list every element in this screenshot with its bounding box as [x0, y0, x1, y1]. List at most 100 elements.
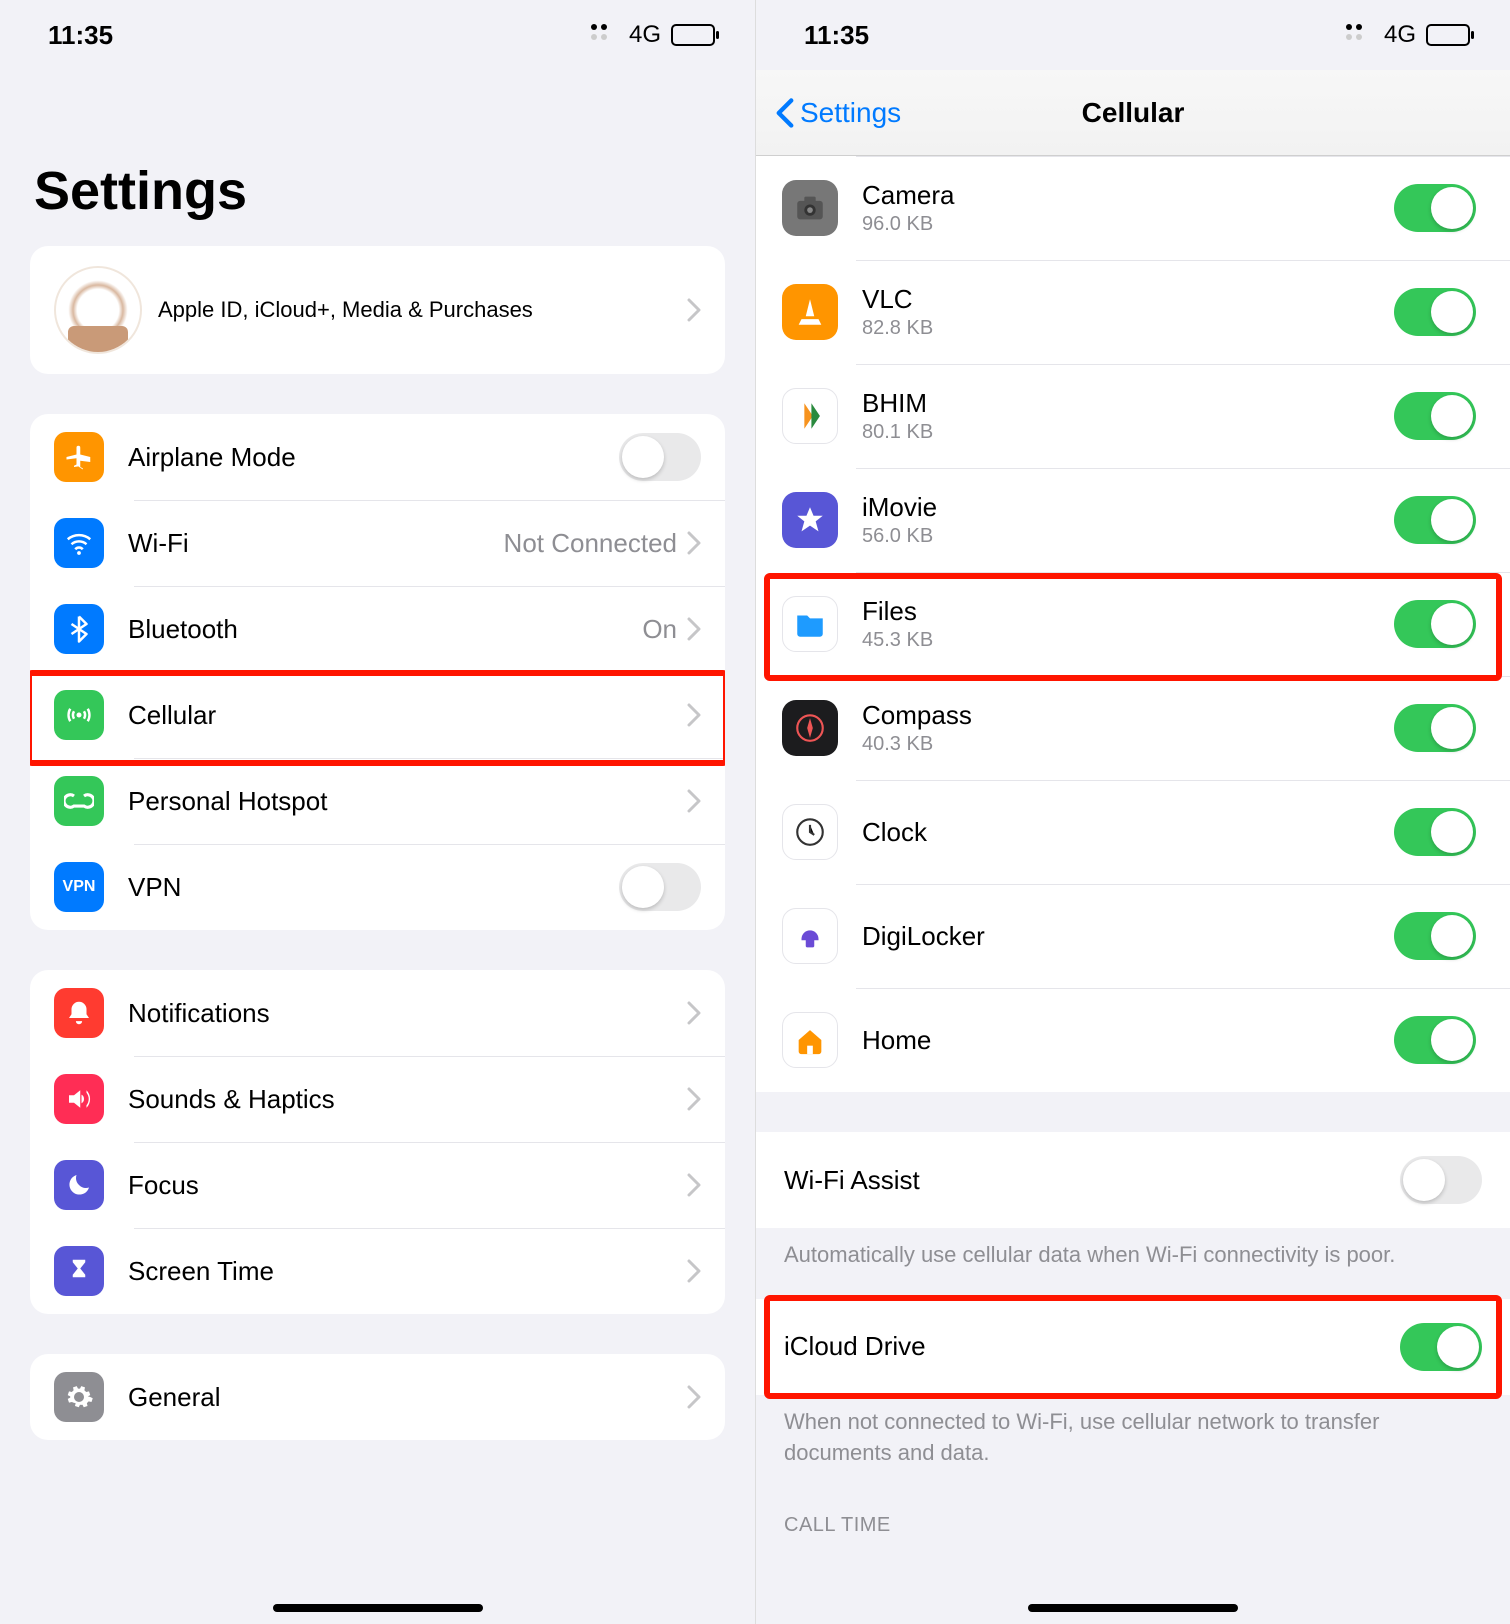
status-time: 11:35: [804, 20, 869, 51]
status-bar: 11:35 4G: [0, 0, 755, 70]
airplane-toggle[interactable]: [619, 433, 701, 481]
app-toggle[interactable]: [1394, 288, 1476, 336]
sounds-row[interactable]: Sounds & Haptics: [30, 1056, 725, 1142]
app-size: 82.8 KB: [862, 317, 1394, 340]
vlc-icon: [782, 284, 838, 340]
app-toggle[interactable]: [1394, 496, 1476, 544]
app-row-files[interactable]: Files45.3 KB: [756, 572, 1510, 676]
wifi-assist-row[interactable]: Wi-Fi Assist: [756, 1132, 1510, 1228]
vpn-toggle[interactable]: [619, 863, 701, 911]
home-indicator[interactable]: [1028, 1604, 1238, 1612]
wifi-icon: [54, 518, 104, 568]
app-toggle[interactable]: [1394, 600, 1476, 648]
network-label: 4G: [1384, 21, 1416, 49]
app-size: 56.0 KB: [862, 525, 1394, 548]
screentime-label: Screen Time: [128, 1256, 687, 1287]
app-size: 80.1 KB: [862, 421, 1394, 444]
chevron-right-icon: [687, 703, 701, 727]
icloud-drive-row[interactable]: iCloud Drive: [756, 1299, 1510, 1395]
clock-icon: [782, 804, 838, 860]
hotspot-icon: [54, 776, 104, 826]
camera-icon: [782, 180, 838, 236]
app-row-bhim[interactable]: BHIM80.1 KB: [756, 364, 1510, 468]
sounds-label: Sounds & Haptics: [128, 1084, 687, 1115]
app-name: Camera: [862, 180, 1394, 211]
chevron-right-icon: [687, 298, 701, 322]
app-row-imovie[interactable]: iMovie56.0 KB: [756, 468, 1510, 572]
chevron-right-icon: [687, 1385, 701, 1409]
notifications-row[interactable]: Notifications: [30, 970, 725, 1056]
chevron-right-icon: [687, 789, 701, 813]
cellular-icon: [54, 690, 104, 740]
back-button[interactable]: Settings: [776, 97, 901, 129]
call-time-header: CALL TIME: [756, 1496, 1510, 1547]
chevron-left-icon: [776, 98, 794, 128]
back-label: Settings: [800, 97, 901, 129]
app-name: Home: [862, 1025, 1394, 1056]
focus-row[interactable]: Focus: [30, 1142, 725, 1228]
bluetooth-row[interactable]: Bluetooth On: [30, 586, 725, 672]
home-indicator[interactable]: [273, 1604, 483, 1612]
cellular-screen: 11:35 4G Settings Cellular Camera96.0 KB…: [755, 0, 1510, 1624]
status-bar: 11:35 4G: [756, 0, 1510, 70]
signal-icon: [591, 24, 619, 46]
vpn-label: VPN: [128, 872, 619, 903]
cellular-row[interactable]: Cellular: [30, 672, 725, 758]
battery-icon: [1426, 24, 1470, 46]
app-row-compass[interactable]: Compass40.3 KB: [756, 676, 1510, 780]
app-name: Compass: [862, 700, 1394, 731]
cellular-label: Cellular: [128, 700, 687, 731]
app-data-usage-list: Camera96.0 KBVLC82.8 KBBHIM80.1 KBiMovie…: [756, 156, 1510, 1092]
digilocker-icon: [782, 908, 838, 964]
nav-bar: Settings Cellular: [756, 70, 1510, 156]
hourglass-icon: [54, 1246, 104, 1296]
wifi-label: Wi-Fi: [128, 528, 504, 559]
sounds-group: Notifications Sounds & Haptics Focus Scr…: [30, 970, 725, 1314]
wifi-detail: Not Connected: [504, 528, 677, 559]
wifi-assist-section: Wi-Fi Assist: [756, 1132, 1510, 1228]
chevron-right-icon: [687, 1001, 701, 1025]
folder-icon: [782, 596, 838, 652]
icloud-drive-toggle[interactable]: [1400, 1323, 1482, 1371]
status-time: 11:35: [48, 20, 113, 51]
vpn-row[interactable]: VPN VPN: [30, 844, 725, 930]
general-group: General: [30, 1354, 725, 1440]
network-label: 4G: [629, 21, 661, 49]
gear-icon: [54, 1372, 104, 1422]
vpn-icon: VPN: [54, 862, 104, 912]
app-row-vlc[interactable]: VLC82.8 KB: [756, 260, 1510, 364]
app-toggle[interactable]: [1394, 808, 1476, 856]
bluetooth-label: Bluetooth: [128, 614, 642, 645]
apple-id-label: Apple ID, iCloud+, Media & Purchases: [158, 295, 687, 325]
screentime-row[interactable]: Screen Time: [30, 1228, 725, 1314]
icloud-drive-label: iCloud Drive: [784, 1331, 1400, 1362]
apple-id-row[interactable]: Apple ID, iCloud+, Media & Purchases: [30, 246, 725, 374]
general-row[interactable]: General: [30, 1354, 725, 1440]
app-row-digilocker[interactable]: DigiLocker: [756, 884, 1510, 988]
chevron-right-icon: [687, 1087, 701, 1111]
focus-label: Focus: [128, 1170, 687, 1201]
app-toggle[interactable]: [1394, 392, 1476, 440]
wifi-row[interactable]: Wi-Fi Not Connected: [30, 500, 725, 586]
connectivity-group: Airplane Mode Wi-Fi Not Connected Blueto…: [30, 414, 725, 930]
app-row-home[interactable]: Home: [756, 988, 1510, 1092]
app-row-clock[interactable]: Clock: [756, 780, 1510, 884]
app-toggle[interactable]: [1394, 1016, 1476, 1064]
airplane-label: Airplane Mode: [128, 442, 619, 473]
chevron-right-icon: [687, 1173, 701, 1197]
home-icon: [782, 1012, 838, 1068]
app-toggle[interactable]: [1394, 704, 1476, 752]
app-toggle[interactable]: [1394, 912, 1476, 960]
star-icon: [782, 492, 838, 548]
hotspot-row[interactable]: Personal Hotspot: [30, 758, 725, 844]
app-toggle[interactable]: [1394, 184, 1476, 232]
avatar: [54, 266, 142, 354]
bhim-icon: [782, 388, 838, 444]
hotspot-label: Personal Hotspot: [128, 786, 687, 817]
page-title: Settings: [0, 70, 755, 246]
moon-icon: [54, 1160, 104, 1210]
app-row-camera[interactable]: Camera96.0 KB: [756, 156, 1510, 260]
wifi-assist-toggle[interactable]: [1400, 1156, 1482, 1204]
airplane-mode-row[interactable]: Airplane Mode: [30, 414, 725, 500]
battery-icon: [671, 24, 715, 46]
